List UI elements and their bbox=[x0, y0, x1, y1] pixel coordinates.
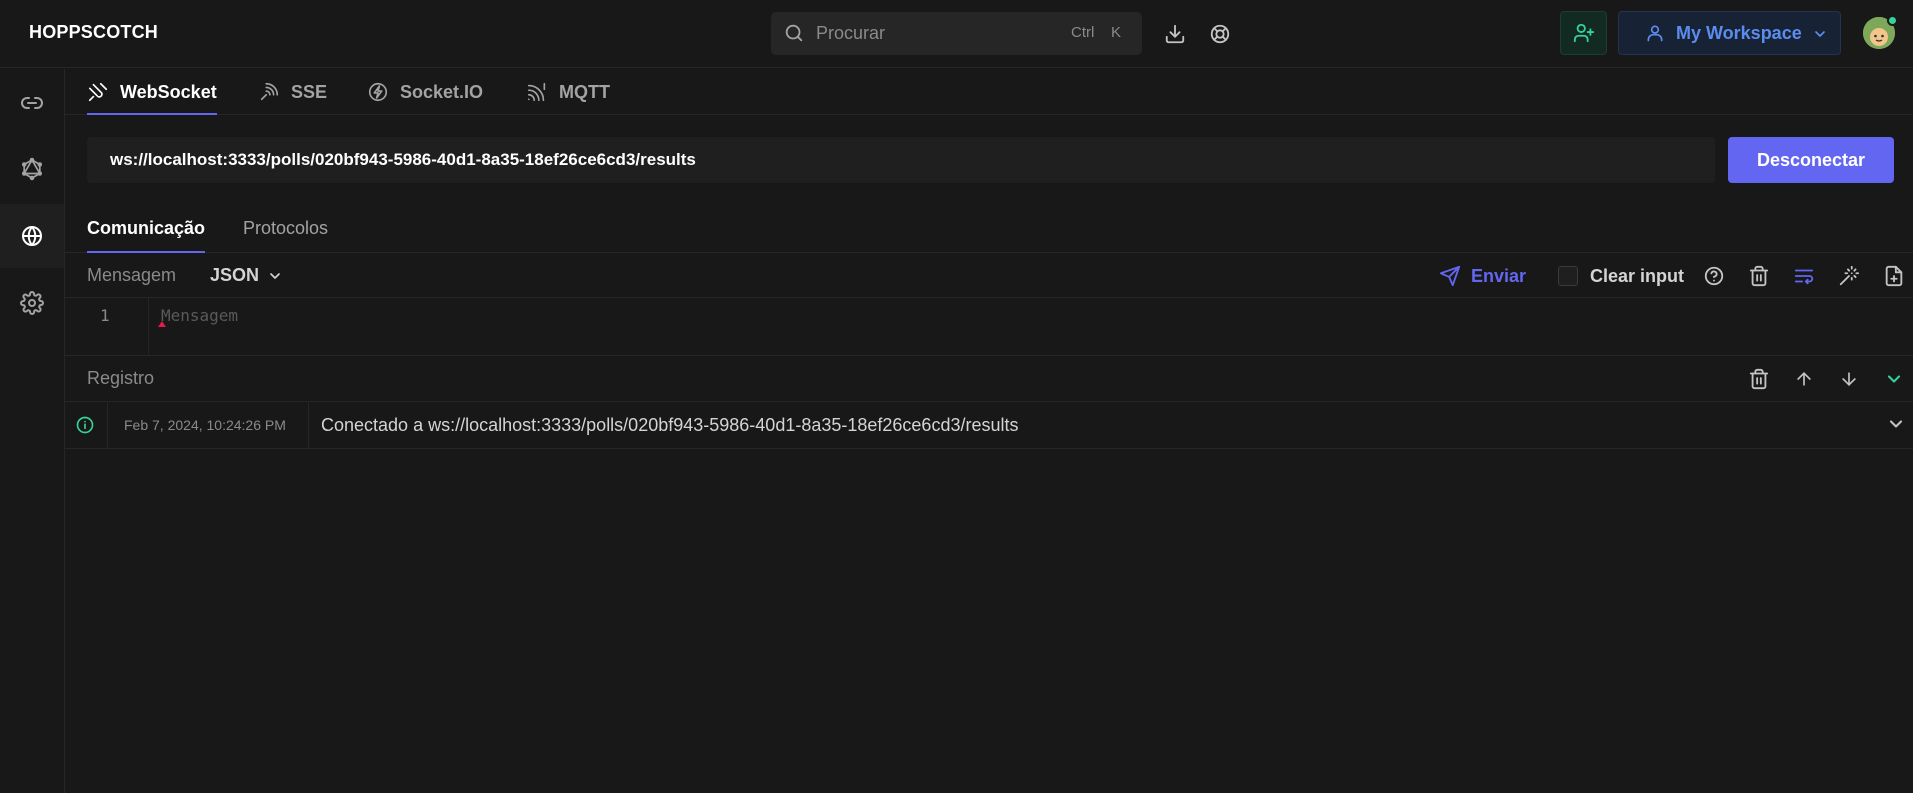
tab-websocket[interactable]: WebSocket bbox=[87, 69, 217, 115]
wrap-lines-button[interactable] bbox=[1791, 263, 1817, 289]
sidebar-item-rest[interactable] bbox=[0, 71, 64, 135]
sidebar-item-settings[interactable] bbox=[0, 271, 64, 335]
avatar[interactable] bbox=[1863, 15, 1898, 49]
arrow-down-icon bbox=[1839, 369, 1859, 389]
scroll-bottom-button[interactable] bbox=[1836, 366, 1862, 392]
lifebuoy-icon bbox=[1209, 23, 1231, 45]
help-support-button[interactable] bbox=[1205, 19, 1235, 49]
arrow-up-icon bbox=[1794, 369, 1814, 389]
chevron-down-icon bbox=[1886, 414, 1906, 434]
user-icon bbox=[1645, 23, 1665, 43]
graphql-icon bbox=[20, 157, 44, 181]
tab-protocolos-label: Protocolos bbox=[243, 218, 329, 238]
help-button[interactable] bbox=[1701, 263, 1727, 289]
content-type-select[interactable]: JSON bbox=[210, 265, 283, 286]
divider bbox=[107, 403, 108, 448]
tab-mqtt[interactable]: MQTT bbox=[526, 69, 610, 115]
log-entry[interactable]: Feb 7, 2024, 10:24:26 PM Conectado a ws:… bbox=[65, 403, 1913, 449]
chevron-down-icon bbox=[1812, 26, 1828, 42]
log-header: Registro bbox=[65, 356, 1913, 402]
communication-tabs: Comunicação Protocolos bbox=[65, 206, 1913, 253]
workspace-label: My Workspace bbox=[1676, 23, 1802, 43]
search-placeholder: Procurar bbox=[816, 23, 886, 43]
online-status-dot bbox=[1887, 15, 1898, 26]
expand-entry-button[interactable] bbox=[1886, 414, 1906, 434]
editor-gutter: 1 bbox=[65, 298, 149, 355]
auto-scroll-toggle[interactable] bbox=[1881, 366, 1907, 392]
protocol-tabs: WebSocket SSE Socket.IO MQTT bbox=[65, 69, 1913, 115]
send-label: Enviar bbox=[1471, 265, 1527, 286]
trash-icon bbox=[1748, 368, 1770, 390]
message-toolbar: Mensagem JSON Enviar Clear input bbox=[65, 253, 1913, 298]
download-button[interactable] bbox=[1160, 19, 1190, 49]
message-editor[interactable]: 1 Mensagem bbox=[65, 298, 1913, 356]
clear-message-button[interactable] bbox=[1746, 263, 1772, 289]
editor-placeholder: Mensagem bbox=[161, 306, 239, 325]
tab-mqtt-label: MQTT bbox=[559, 81, 610, 102]
user-plus-icon bbox=[1573, 22, 1595, 44]
send-icon bbox=[1439, 265, 1461, 287]
import-file-button[interactable] bbox=[1881, 263, 1907, 289]
brand-logo[interactable]: HOPPSCOTCH bbox=[29, 22, 158, 43]
chevron-down-icon bbox=[1884, 369, 1904, 389]
clear-log-button[interactable] bbox=[1746, 366, 1772, 392]
tab-sse[interactable]: SSE bbox=[258, 69, 327, 115]
send-button[interactable]: Enviar bbox=[1439, 263, 1526, 289]
tab-socketio[interactable]: Socket.IO bbox=[367, 69, 483, 115]
link-icon bbox=[20, 91, 44, 115]
search-bar[interactable]: Procurar Ctrl K bbox=[771, 12, 1142, 55]
info-icon bbox=[75, 415, 95, 435]
clear-input-checkbox[interactable] bbox=[1558, 266, 1578, 286]
log-message: Conectado a ws://localhost:3333/polls/02… bbox=[321, 415, 1019, 435]
workspace-selector[interactable]: My Workspace bbox=[1618, 11, 1841, 55]
app-header: HOPPSCOTCH Procurar Ctrl K My Workspace bbox=[0, 0, 1913, 68]
prettify-button[interactable] bbox=[1836, 263, 1862, 289]
scroll-top-button[interactable] bbox=[1791, 366, 1817, 392]
tab-sse-label: SSE bbox=[291, 81, 328, 102]
url-value: ws://localhost:3333/polls/020bf943-5986-… bbox=[110, 150, 696, 169]
invite-user-button[interactable] bbox=[1560, 11, 1607, 55]
tab-socketio-label: Socket.IO bbox=[400, 81, 484, 102]
magic-wand-icon bbox=[1838, 265, 1860, 287]
content-type-value: JSON bbox=[210, 265, 260, 285]
divider bbox=[308, 403, 309, 448]
url-input[interactable]: ws://localhost:3333/polls/020bf943-5986-… bbox=[87, 137, 1715, 183]
tab-protocolos[interactable]: Protocolos bbox=[243, 218, 328, 253]
log-title: Registro bbox=[87, 368, 155, 388]
tab-comunicacao-label: Comunicação bbox=[87, 218, 206, 238]
trash-icon bbox=[1748, 265, 1770, 287]
websocket-icon bbox=[87, 81, 109, 103]
sidebar bbox=[0, 69, 65, 793]
tab-comunicacao[interactable]: Comunicação bbox=[87, 218, 206, 253]
tab-active-indicator bbox=[87, 113, 217, 115]
message-title: Mensagem bbox=[87, 265, 177, 285]
search-icon bbox=[783, 22, 805, 44]
mqtt-icon bbox=[526, 81, 548, 103]
clear-input-label: Clear input bbox=[1590, 265, 1685, 286]
wrap-text-icon bbox=[1793, 265, 1815, 287]
socketio-icon bbox=[367, 81, 389, 103]
log-timestamp: Feb 7, 2024, 10:24:26 PM bbox=[124, 417, 286, 433]
globe-icon bbox=[20, 224, 44, 248]
shortcut-key: K bbox=[1111, 24, 1122, 41]
file-plus-icon bbox=[1883, 265, 1905, 287]
line-number: 1 bbox=[100, 306, 110, 325]
clear-input-toggle[interactable]: Clear input bbox=[1558, 263, 1684, 289]
gear-icon bbox=[20, 291, 44, 315]
sse-icon bbox=[258, 81, 280, 103]
help-circle-icon bbox=[1703, 265, 1725, 287]
shortcut-ctrl: Ctrl bbox=[1071, 24, 1095, 41]
sidebar-item-graphql[interactable] bbox=[0, 137, 64, 201]
download-icon bbox=[1164, 23, 1186, 45]
chevron-down-icon bbox=[267, 268, 283, 284]
sidebar-item-realtime[interactable] bbox=[0, 204, 64, 268]
tab-websocket-label: WebSocket bbox=[120, 81, 217, 102]
disconnect-button[interactable]: Desconectar bbox=[1728, 137, 1894, 183]
